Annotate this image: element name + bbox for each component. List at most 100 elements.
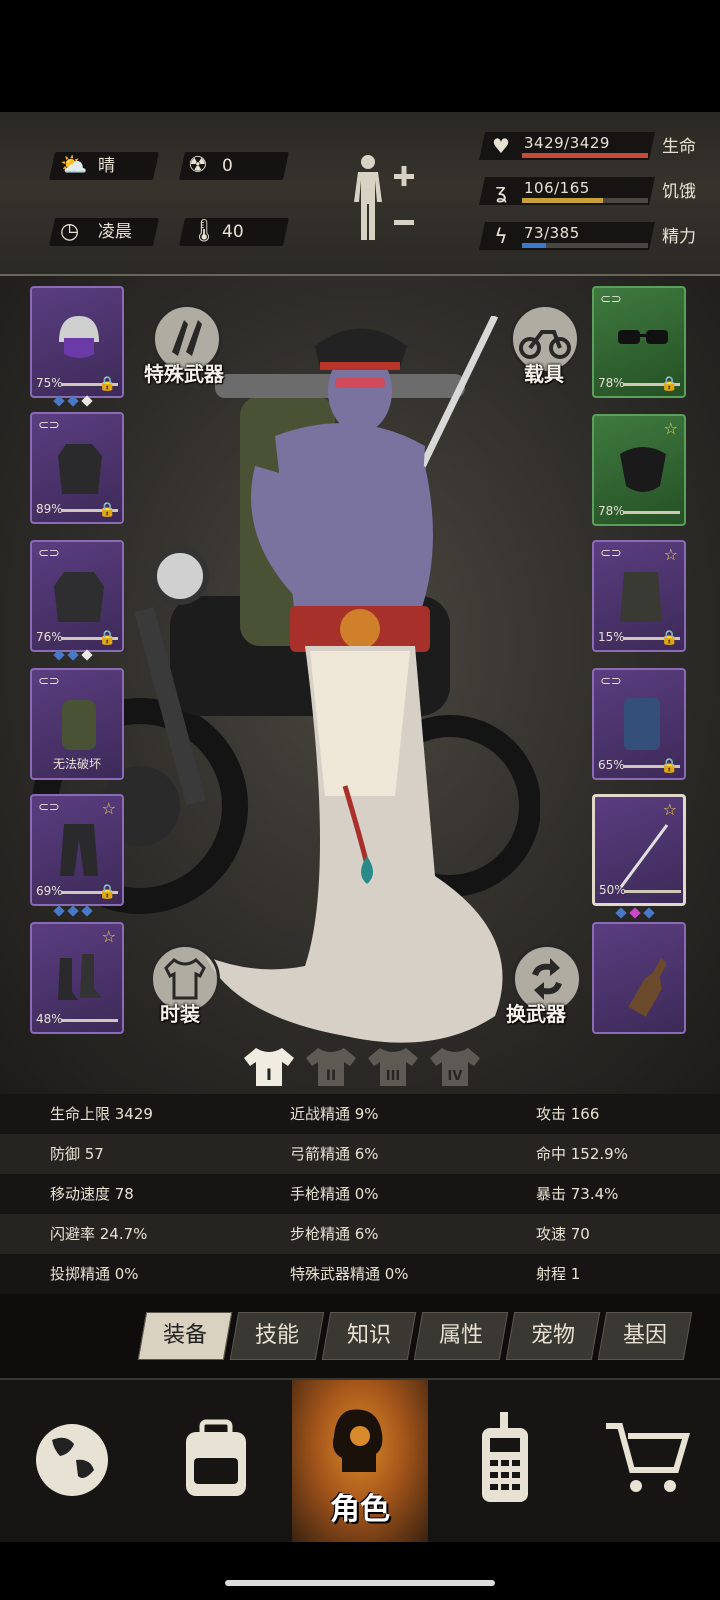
shield-icon (624, 698, 660, 750)
energy-bar: ϟ 73/385 (479, 222, 655, 250)
loadout-tab-1[interactable]: I (242, 1042, 296, 1090)
radiation-icon: ☢ (188, 153, 208, 178)
stats-row: 闪避率 24.7% 步枪精通 6% 攻速 70 (0, 1214, 720, 1254)
svg-text:IV: IV (448, 1069, 463, 1084)
katana-gems (614, 902, 656, 919)
loadout-tab-3[interactable]: III (366, 1042, 420, 1090)
health-bar: ♥ 3429/3429 (479, 132, 655, 160)
nav-inventory[interactable] (144, 1380, 288, 1542)
body-status-icon[interactable] (350, 152, 420, 252)
loadout-tab-4[interactable]: IV (428, 1042, 482, 1090)
tab-pets[interactable]: 宠物 (505, 1312, 601, 1360)
pants-slot[interactable]: ⊂⊃ ☆ 69% 🔒 (30, 794, 124, 906)
tab-knowledge[interactable]: 知识 (321, 1312, 417, 1360)
backpack-icon (62, 700, 96, 750)
tab-equipment[interactable]: 装备 (137, 1312, 233, 1360)
temperature-value: 40 (222, 222, 244, 242)
pants-icon (60, 824, 98, 876)
star-icon: ☆ (663, 545, 678, 564)
lock-icon: 🔒 (98, 884, 116, 900)
tab-skills[interactable]: 技能 (229, 1312, 325, 1360)
lock-icon: 🔒 (660, 758, 678, 774)
coat-icon (54, 572, 104, 622)
status-panel: ⛅ 晴 ☢ 0 ◷ 凌晨 🌡 40 ♥ 3429/3429 生命 ʓ 106/1… (0, 112, 720, 276)
character-scene: 75% 🔒 ⊂⊃ 89% 🔒 ⊂⊃ 76% 🔒 ⊂⊃ 无法破坏 ⊂⊃ ☆ 69%… (0, 276, 720, 1094)
vest-icon (620, 572, 662, 622)
sunglasses-slot[interactable]: ⊂⊃ 78% 🔒 (592, 286, 686, 398)
nav-world[interactable] (0, 1380, 144, 1542)
nav-radio[interactable] (432, 1380, 576, 1542)
svg-text:III: III (386, 1069, 401, 1084)
jacket-icon (58, 444, 102, 494)
cloud-sun-icon: ⛅ (60, 153, 88, 178)
coat-slot[interactable]: ⊂⊃ 76% 🔒 (30, 540, 124, 652)
katana-icon (619, 824, 669, 888)
tab-genes[interactable]: 基因 (597, 1312, 693, 1360)
vehicle-label[interactable]: 载具 (524, 358, 564, 387)
helmet-icon (59, 316, 99, 358)
link-icon: ⊂⊃ (600, 546, 622, 561)
backpack-slot[interactable]: ⊂⊃ 无法破坏 (30, 668, 124, 780)
star-icon: ☆ (663, 419, 678, 438)
character-icon (333, 1409, 383, 1472)
molotov-icon (628, 958, 666, 1017)
lock-icon: 🔒 (660, 630, 678, 646)
mask-icon (620, 447, 666, 492)
radio-icon (482, 1412, 528, 1502)
energy-icon: ϟ (494, 224, 508, 248)
star-icon: ☆ (101, 799, 116, 818)
energy-fill (522, 243, 546, 248)
bottom-nav: 角色 (0, 1378, 720, 1542)
home-indicator[interactable] (225, 1580, 495, 1586)
boots-slot[interactable]: ☆ 48% (30, 922, 124, 1034)
hunger-bar: ʓ 106/165 (479, 177, 655, 205)
tab-attributes[interactable]: 属性 (413, 1312, 509, 1360)
sunglasses-icon (618, 330, 668, 344)
swap-weapon-label[interactable]: 换武器 (506, 998, 566, 1027)
stats-row: 防御 57 弓箭精通 6% 命中 152.9% (0, 1134, 720, 1174)
time-of-day: 凌晨 (98, 222, 132, 242)
weather-condition: 晴 (98, 156, 115, 176)
special-weapon-label[interactable]: 特殊武器 (144, 358, 224, 387)
link-icon: ⊂⊃ (38, 546, 60, 561)
star-icon: ☆ (101, 927, 116, 946)
hunger-fill (522, 198, 603, 203)
jacket-slot[interactable]: ⊂⊃ 89% 🔒 (30, 412, 124, 524)
mask-slot[interactable]: ☆ 78% (592, 414, 686, 526)
hunger-label: 饥饿 (662, 182, 696, 202)
cart-icon (606, 1423, 691, 1492)
link-icon: ⊂⊃ (38, 418, 60, 433)
sub-tab-bar: 装备 技能 知识 属性 宠物 基因 (0, 1294, 720, 1378)
pants-gems (52, 900, 94, 917)
backpack-icon (186, 1419, 246, 1496)
stats-table: 生命上限 3429 近战精通 9% 攻击 166 防御 57 弓箭精通 6% 命… (0, 1094, 720, 1294)
heart-icon: ♥ (492, 134, 510, 158)
health-label: 生命 (662, 137, 696, 157)
fashion-label[interactable]: 时装 (160, 998, 200, 1027)
svg-text:II: II (326, 1068, 336, 1084)
shield-slot[interactable]: ⊂⊃ 65% 🔒 (592, 668, 686, 780)
nav-shop[interactable] (576, 1380, 720, 1542)
stats-row: 移动速度 78 手枪精通 0% 暴击 73.4% (0, 1174, 720, 1214)
svg-text:I: I (266, 1065, 272, 1084)
stats-row: 生命上限 3429 近战精通 9% 攻击 166 (0, 1094, 720, 1134)
helmet-slot[interactable]: 75% 🔒 (30, 286, 124, 398)
katana-slot[interactable]: ☆ 50% (592, 794, 686, 906)
link-icon: ⊂⊃ (38, 800, 60, 815)
star-icon: ☆ (662, 800, 677, 819)
lock-icon: 🔒 (98, 630, 116, 646)
nav-character-label: 角色 (330, 1492, 390, 1527)
molotov-slot[interactable] (592, 922, 686, 1034)
loadout-tab-2[interactable]: II (304, 1042, 358, 1090)
radiation-value: 0 (222, 156, 233, 176)
clock-icon: ◷ (60, 219, 80, 244)
lock-icon: 🔒 (660, 376, 678, 392)
health-fill (522, 153, 648, 158)
link-icon: ⊂⊃ (600, 674, 622, 689)
vest-slot[interactable]: ⊂⊃ ☆ 15% 🔒 (592, 540, 686, 652)
nav-character[interactable]: 角色 (292, 1380, 428, 1542)
energy-label: 精力 (662, 227, 696, 247)
link-icon: ⊂⊃ (38, 674, 60, 689)
coat-gems (52, 644, 94, 661)
stomach-icon: ʓ (495, 179, 507, 203)
